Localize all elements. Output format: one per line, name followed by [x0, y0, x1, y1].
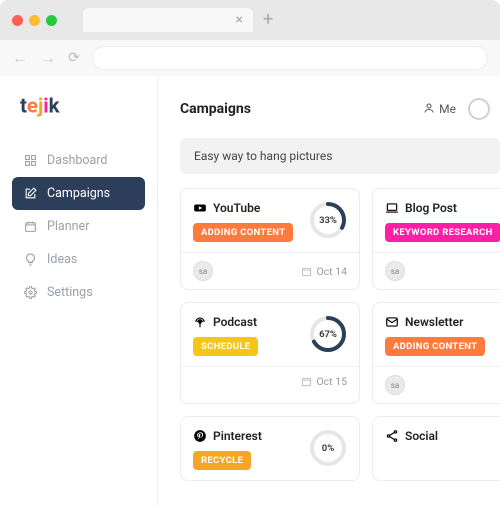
card-footer: sa [373, 252, 500, 289]
card-title: Social [405, 429, 438, 443]
sidebar-item-label: Dashboard [47, 153, 107, 168]
due-date: Oct 15 [301, 375, 347, 388]
window-minimize-dot[interactable] [29, 15, 40, 26]
progress-ring: 0% [309, 429, 347, 467]
gear-icon [24, 286, 37, 299]
sidebar-item-ideas[interactable]: Ideas [12, 243, 145, 276]
sidebar-item-label: Campaigns [47, 186, 110, 201]
progress-label: 0% [309, 429, 347, 467]
tab-close-icon[interactable]: × [236, 12, 243, 28]
card-title: Newsletter [405, 315, 463, 329]
laptop-icon [385, 201, 399, 215]
status-pill: ADDING CONTENT [385, 337, 485, 356]
campaign-card[interactable]: Blog Post KEYWORD RESEARCH sa [372, 188, 500, 290]
browser-chrome: × + ← → ⟳ [0, 0, 500, 76]
progress-label: 67% [309, 315, 347, 353]
browser-toolbar: ← → ⟳ [0, 40, 500, 76]
status-pill: RECYCLE [193, 451, 251, 470]
card-title: YouTube [213, 201, 260, 215]
progress-ring: 33% [309, 201, 347, 239]
assignee-avatar[interactable]: sa [385, 375, 405, 395]
card-title: Podcast [213, 315, 257, 329]
progress-ring: 67% [309, 315, 347, 353]
card-footer: Oct 15 [181, 366, 359, 396]
svg-text:tejik: tejik [20, 94, 61, 118]
card-title: Pinterest [213, 429, 262, 443]
sidebar-item-planner[interactable]: Planner [12, 210, 145, 243]
sidebar-item-campaigns[interactable]: Campaigns [12, 177, 145, 210]
edit-icon [24, 187, 37, 200]
user-filter-label: Me [439, 102, 456, 116]
campaign-card[interactable]: Newsletter ADDING CONTENT sa [372, 302, 500, 404]
reload-button[interactable]: ⟳ [68, 50, 80, 66]
assignee-avatar[interactable]: sa [385, 261, 405, 281]
grid-icon [24, 154, 37, 167]
status-pill: KEYWORD RESEARCH [385, 223, 500, 242]
share-icon [385, 429, 399, 443]
page-title: Campaigns [180, 101, 251, 117]
bulb-icon [24, 253, 37, 266]
campaign-card[interactable]: Pinterest RECYCLE 0% [180, 416, 360, 481]
sidebar-item-settings[interactable]: Settings [12, 276, 145, 309]
card-footer: sa Oct 14 [181, 252, 359, 289]
sidebar-item-label: Ideas [47, 252, 77, 267]
campaign-card[interactable]: YouTube ADDING CONTENT 33% sa Oct 14 [180, 188, 360, 290]
campaign-card[interactable]: Social [372, 416, 500, 481]
window-close-dot[interactable] [12, 15, 23, 26]
calendar-icon [24, 220, 37, 233]
pinterest-icon [193, 429, 207, 443]
user-filter-chip[interactable]: Me [423, 102, 456, 117]
campaign-card[interactable]: Podcast SCHEDULE 67% Oct 15 [180, 302, 360, 404]
app-root: tejik Dashboard Campaigns Planner [0, 76, 500, 506]
main-content: Campaigns Me Easy way to hang pictures Y… [158, 76, 500, 506]
browser-tab[interactable]: × [83, 8, 253, 32]
logo: tejik [12, 94, 145, 144]
due-date: Oct 14 [301, 265, 347, 278]
status-pill: ADDING CONTENT [193, 223, 293, 242]
card-title: Blog Post [405, 201, 457, 215]
search-icon[interactable] [468, 98, 490, 120]
forward-button[interactable]: → [40, 48, 56, 68]
campaign-title: Easy way to hang pictures [194, 149, 332, 163]
page-header: Campaigns Me [180, 98, 500, 120]
sidebar-item-dashboard[interactable]: Dashboard [12, 144, 145, 177]
youtube-icon [193, 201, 207, 215]
podcast-icon [193, 315, 207, 329]
address-bar[interactable] [92, 46, 488, 70]
cards-grid: YouTube ADDING CONTENT 33% sa Oct 14 Blog… [180, 188, 500, 481]
back-button[interactable]: ← [12, 48, 28, 68]
window-titlebar: × + [0, 0, 500, 40]
sidebar-item-label: Settings [47, 285, 93, 300]
mail-icon [385, 315, 399, 329]
new-tab-button[interactable]: + [263, 9, 273, 32]
sidebar-item-label: Planner [47, 219, 89, 234]
person-icon [423, 102, 435, 117]
assignee-avatar[interactable]: sa [193, 261, 213, 281]
progress-label: 33% [309, 201, 347, 239]
sidebar: tejik Dashboard Campaigns Planner [0, 76, 158, 506]
card-footer: sa [373, 366, 500, 403]
campaign-title-bar[interactable]: Easy way to hang pictures [180, 138, 500, 174]
window-maximize-dot[interactable] [46, 15, 57, 26]
status-pill: SCHEDULE [193, 337, 258, 356]
